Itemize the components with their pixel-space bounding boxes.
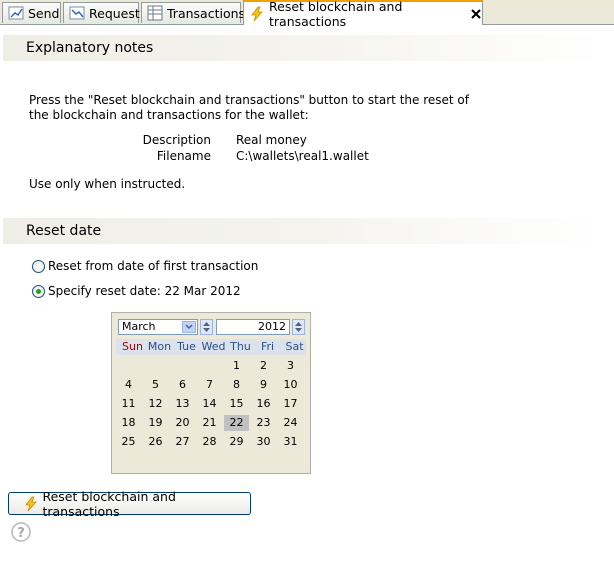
explanation-line-1: Press the "Reset blockchain and transact… — [29, 93, 469, 107]
explanatory-notes-heading: Explanatory notes — [3, 35, 603, 61]
date-picker: March 2012 Sun Mon Tue Wed Thu Fri Sat 1… — [111, 312, 311, 474]
instruction-note: Use only when instructed. — [29, 177, 186, 191]
reset-blockchain-button[interactable]: Reset blockchain and transactions — [8, 489, 251, 519]
weekday-wed: Wed — [201, 340, 226, 353]
chevron-down-icon[interactable] — [182, 321, 196, 333]
tab-strip: Send Request Transactions Reset blockcha… — [0, 0, 614, 29]
reset-date-heading: Reset date — [3, 218, 603, 244]
request-chart-icon — [69, 5, 85, 21]
tab-send[interactable]: Send — [2, 2, 61, 23]
tab-label: Request — [89, 5, 140, 21]
explanation-line-2: the blockchain and transactions for the … — [29, 108, 309, 122]
calendar-day-17[interactable]: 17 — [278, 396, 303, 412]
calendar-day-27[interactable]: 27 — [170, 434, 195, 450]
calendar-day-10[interactable]: 10 — [278, 377, 303, 393]
calendar-day-12[interactable]: 12 — [143, 396, 168, 412]
weekday-mon: Mon — [147, 340, 172, 353]
year-input[interactable]: 2012 — [216, 319, 290, 335]
lightning-icon — [249, 6, 265, 22]
calendar-day-28[interactable]: 28 — [197, 434, 222, 450]
lightning-icon — [25, 496, 37, 511]
month-spinner[interactable] — [200, 319, 213, 335]
year-spinner[interactable] — [292, 319, 305, 335]
filename-label: Filename — [156, 149, 211, 163]
month-value: March — [122, 320, 156, 333]
filename-value: C:\wallets\real1.wallet — [236, 149, 369, 163]
calendar-day-30[interactable]: 30 — [251, 434, 276, 450]
svg-text:?: ? — [17, 526, 25, 541]
calendar-day-13[interactable]: 13 — [170, 396, 195, 412]
calendar-day-31[interactable]: 31 — [278, 434, 303, 450]
description-value: Real money — [236, 133, 307, 147]
description-label: Description — [142, 133, 211, 147]
calendar-day-14[interactable]: 14 — [197, 396, 222, 412]
calendar-day-22[interactable]: 22 — [224, 415, 249, 431]
calendar-day-26[interactable]: 26 — [143, 434, 168, 450]
calendar-day-15[interactable]: 15 — [224, 396, 249, 412]
radio-label-first-transaction[interactable]: Reset from date of first transaction — [48, 259, 258, 273]
radio-label-specify-date[interactable]: Specify reset date: 22 Mar 2012 — [48, 284, 241, 298]
calendar-day-1[interactable]: 1 — [224, 358, 249, 374]
radio-specify-reset-date[interactable] — [32, 285, 45, 298]
calendar-day-16[interactable]: 16 — [251, 396, 276, 412]
table-icon — [147, 5, 163, 21]
radio-reset-first-transaction[interactable] — [32, 260, 45, 273]
calendar-day-11[interactable]: 11 — [116, 396, 141, 412]
weekday-thu: Thu — [230, 340, 251, 353]
close-icon[interactable] — [470, 8, 482, 20]
weekday-fri: Fri — [260, 340, 275, 353]
calendar-day-23[interactable]: 23 — [251, 415, 276, 431]
calendar-day-25[interactable]: 25 — [116, 434, 141, 450]
calendar-day-9[interactable]: 9 — [251, 377, 276, 393]
calendar-day-2[interactable]: 2 — [251, 358, 276, 374]
tab-label: Reset blockchain and transactions — [269, 0, 403, 29]
weekday-tue: Tue — [177, 340, 196, 353]
calendar-day-19[interactable]: 19 — [143, 415, 168, 431]
send-chart-icon — [8, 5, 24, 21]
weekday-sat: Sat — [285, 340, 304, 353]
tab-reset-blockchain[interactable]: Reset blockchain and transactions — [243, 0, 483, 29]
help-icon[interactable]: ? — [11, 522, 31, 542]
tab-label: Send — [28, 5, 60, 21]
calendar-day-8[interactable]: 8 — [224, 377, 249, 393]
calendar-day-7[interactable]: 7 — [197, 377, 222, 393]
calendar-day-5[interactable]: 5 — [143, 377, 168, 393]
calendar-day-24[interactable]: 24 — [278, 415, 303, 431]
calendar-day-6[interactable]: 6 — [170, 377, 195, 393]
month-select[interactable]: March — [118, 319, 198, 335]
tab-transactions[interactable]: Transactions — [141, 2, 245, 23]
tab-label: Transactions — [167, 5, 246, 21]
calendar-day-21[interactable]: 21 — [197, 415, 222, 431]
calendar-day-4[interactable]: 4 — [116, 377, 141, 393]
tab-request[interactable]: Request — [63, 2, 140, 23]
calendar-day-3[interactable]: 3 — [278, 358, 303, 374]
weekday-header: Sun Mon Tue Wed Thu Fri Sat — [116, 339, 306, 355]
calendar-day-20[interactable]: 20 — [170, 415, 195, 431]
calendar-day-18[interactable]: 18 — [116, 415, 141, 431]
reset-button-label: Reset blockchain and transactions — [42, 488, 176, 519]
calendar-day-29[interactable]: 29 — [224, 434, 249, 450]
weekday-sun: Sun — [122, 340, 143, 353]
